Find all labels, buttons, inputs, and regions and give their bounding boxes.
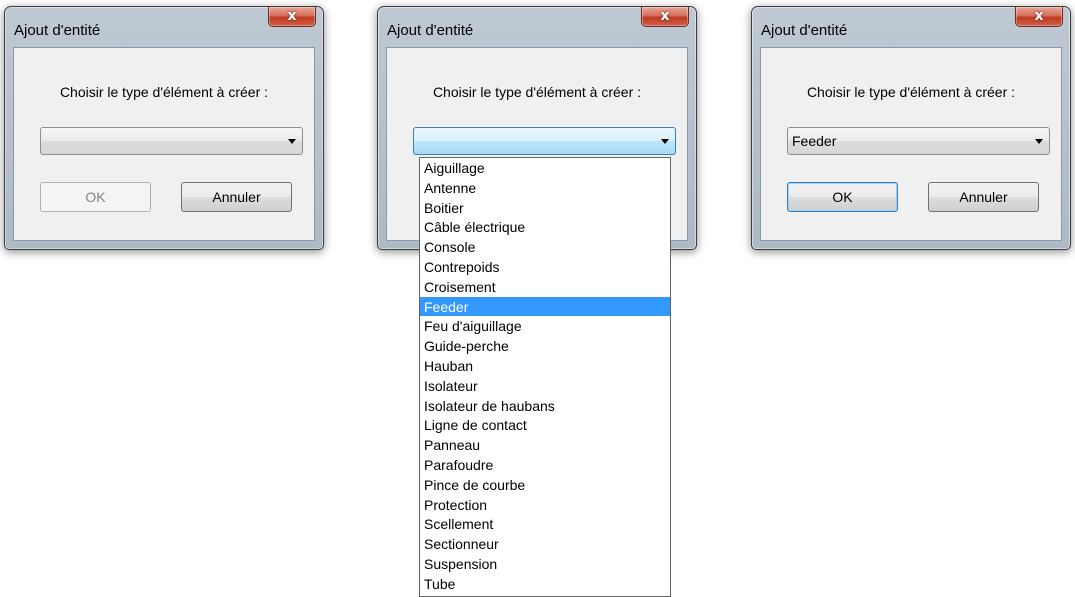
dropdown-option[interactable]: Feeder — [420, 296, 670, 317]
dropdown-option[interactable]: Hauban — [420, 356, 670, 376]
prompt-label: Choisir le type d'élément à créer : — [59, 84, 269, 100]
cancel-button[interactable]: Annuler — [928, 182, 1039, 212]
dialog-title: Ajout d'entité — [14, 22, 101, 39]
chevron-down-icon[interactable] — [661, 139, 669, 144]
dropdown-option[interactable]: Protection — [420, 495, 670, 515]
dropdown-option[interactable]: Parafoudre — [420, 455, 670, 475]
dropdown-option[interactable]: Sectionneur — [420, 534, 670, 554]
dialog-title: Ajout d'entité — [387, 22, 474, 39]
dropdown-option[interactable]: Isolateur — [420, 376, 670, 396]
title-bar[interactable]: Ajout d'entité x — [378, 7, 696, 47]
dropdown-option[interactable]: Feu d'aiguillage — [420, 316, 670, 336]
prompt-label: Choisir le type d'élément à créer : — [806, 84, 1016, 100]
add-entity-dialog-empty: Ajout d'entité x Choisir le type d'éléme… — [4, 6, 324, 250]
element-type-combobox[interactable] — [40, 127, 303, 155]
close-button[interactable]: x — [268, 7, 316, 27]
dropdown-option[interactable]: Guide-perche — [420, 336, 670, 356]
cancel-button[interactable]: Annuler — [181, 182, 292, 212]
dropdown-option[interactable]: Scellement — [420, 514, 670, 534]
dropdown-option[interactable]: Panneau — [420, 435, 670, 455]
close-icon: x — [660, 8, 670, 24]
dialog-title: Ajout d'entité — [761, 22, 848, 39]
dropdown-option[interactable]: Ligne de contact — [420, 415, 670, 435]
element-type-combobox[interactable]: Feeder — [787, 127, 1050, 155]
close-button[interactable]: x — [641, 7, 689, 27]
dropdown-option[interactable]: Aiguillage — [420, 158, 670, 178]
dropdown-option[interactable]: Pince de courbe — [420, 475, 670, 495]
dropdown-option[interactable]: Croisement — [420, 277, 670, 297]
dropdown-option[interactable]: Câble électrique — [420, 217, 670, 237]
dropdown-option[interactable]: Console — [420, 237, 670, 257]
close-icon: x — [1034, 8, 1044, 24]
dropdown-option[interactable]: Suspension — [420, 554, 670, 574]
combobox-value: Feeder — [792, 133, 837, 149]
close-button[interactable]: x — [1015, 7, 1063, 27]
ok-button[interactable]: OK — [787, 182, 898, 212]
dialog-body: Choisir le type d'élément à créer : OK A… — [13, 47, 315, 241]
element-type-combobox[interactable] — [413, 127, 676, 155]
element-type-dropdown-list[interactable]: Aiguillage Antenne Boitier Câble électrique… — [419, 157, 671, 597]
close-icon: x — [287, 8, 297, 24]
title-bar[interactable]: Ajout d'entité x — [752, 7, 1070, 47]
dropdown-option[interactable]: Contrepoids — [420, 257, 670, 277]
dropdown-option[interactable]: Isolateur de haubans — [420, 396, 670, 416]
prompt-label: Choisir le type d'élément à créer : — [432, 84, 642, 100]
add-entity-dialog-selected: Ajout d'entité x Choisir le type d'éléme… — [751, 6, 1071, 250]
chevron-down-icon[interactable] — [288, 139, 296, 144]
title-bar[interactable]: Ajout d'entité x — [5, 7, 323, 47]
dropdown-option[interactable]: Antenne — [420, 178, 670, 198]
chevron-down-icon[interactable] — [1035, 139, 1043, 144]
dropdown-option[interactable]: Boitier — [420, 198, 670, 218]
ok-button: OK — [40, 182, 151, 212]
dialog-body: Choisir le type d'élément à créer : Feed… — [760, 47, 1062, 241]
